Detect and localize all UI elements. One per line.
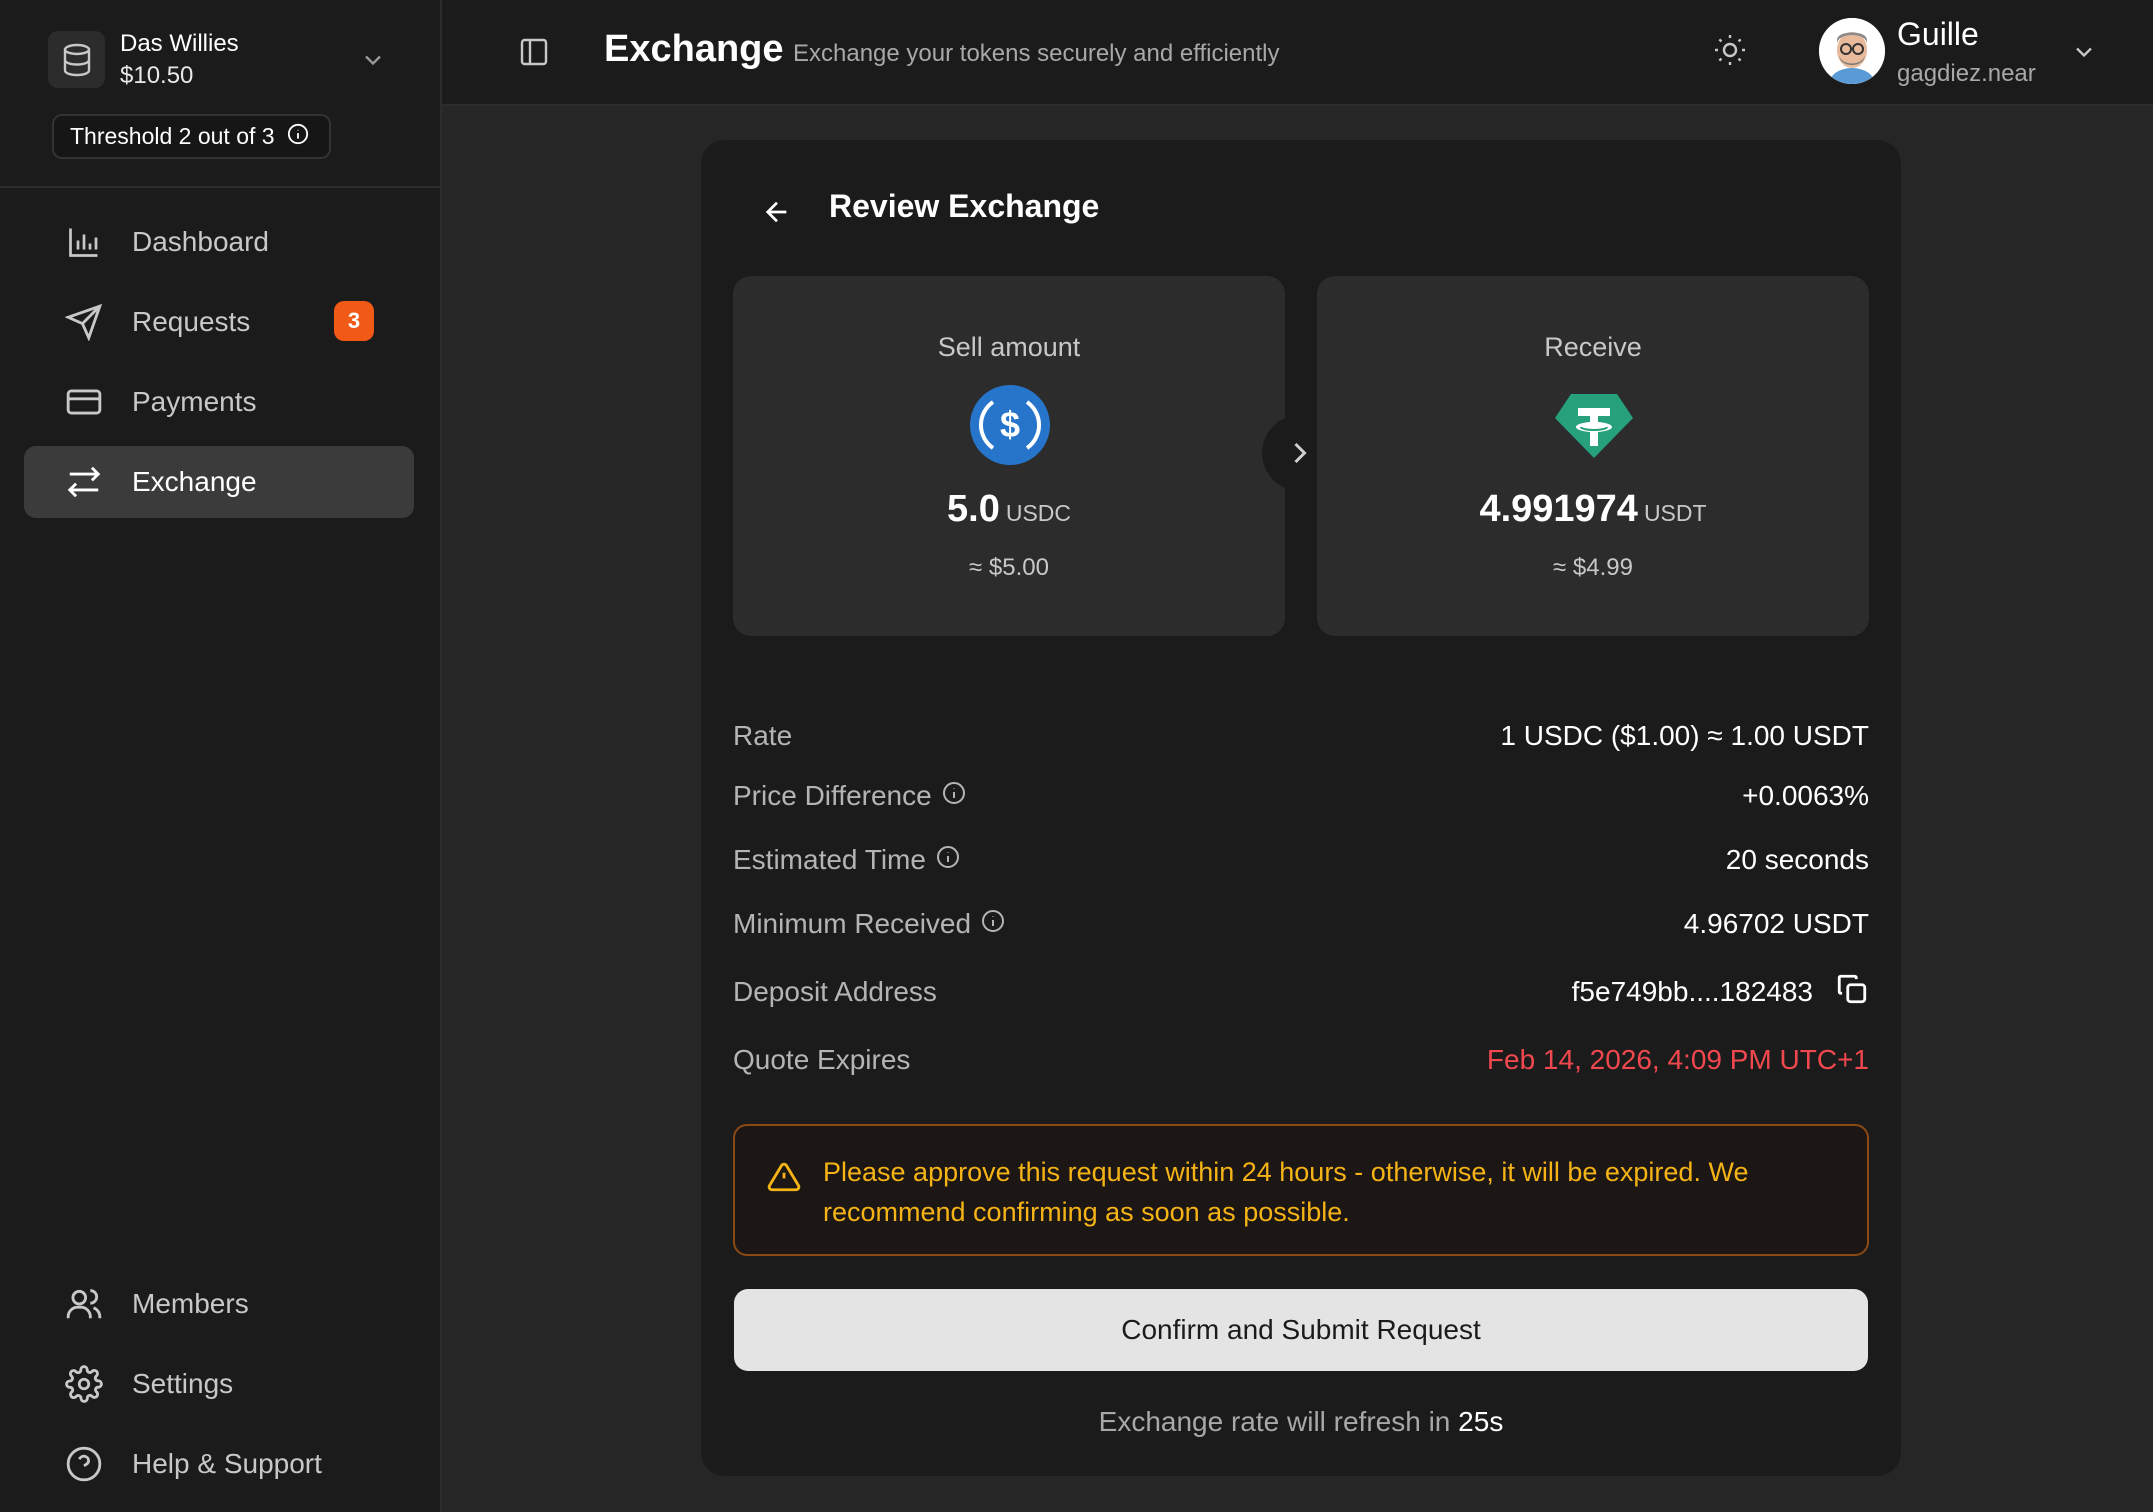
sidebar-item-exchange[interactable]: Exchange [24, 446, 414, 518]
deposit-address-group: f5e749bb....182483 [1572, 972, 1869, 1013]
confirm-submit-button[interactable]: Confirm and Submit Request [734, 1289, 1868, 1371]
receive-usd-value: ≈ $4.99 [1553, 554, 1633, 581]
price-difference-label-group: Price Difference [733, 780, 966, 812]
receive-amount: 4.991974 USDT [1317, 488, 1869, 531]
estimated-time-label: Estimated Time [733, 844, 926, 875]
sidebar-item-settings[interactable]: Settings [24, 1348, 414, 1420]
sidebar-item-label: Help & Support [132, 1448, 322, 1479]
swap-arrows-icon [64, 462, 104, 502]
minimum-received-label-group: Minimum Received [733, 908, 1005, 940]
info-icon[interactable] [936, 844, 960, 876]
refresh-text: Exchange rate will refresh in [1098, 1406, 1451, 1437]
database-icon [48, 31, 105, 88]
wallet-name: Das Willies [120, 30, 239, 57]
sell-amount-value: 5.0 [947, 488, 1000, 530]
sidebar-toggle-icon[interactable] [518, 36, 550, 73]
avatar[interactable] [1819, 18, 1885, 84]
copy-icon[interactable] [1835, 972, 1869, 1013]
top-bar: Exchange Exchange your tokens securely a… [442, 0, 2153, 106]
deposit-address-value: f5e749bb....182483 [1571, 976, 1813, 1007]
rate-label: Rate [733, 720, 793, 751]
price-difference-label: Price Difference [733, 780, 932, 811]
threshold-text: Threshold 2 out of 3 [70, 123, 275, 149]
sidebar-item-help[interactable]: Help & Support [24, 1428, 414, 1500]
sell-symbol: USDC [1005, 500, 1071, 526]
sidebar-item-label: Requests [132, 306, 251, 337]
estimated-time-value: 20 seconds [1725, 844, 1869, 875]
gear-icon [64, 1364, 104, 1404]
sell-label: Sell amount [937, 332, 1081, 362]
warning-text: Please approve this request within 24 ho… [823, 1157, 1749, 1227]
threshold-badge: Threshold 2 out of 3 [52, 114, 331, 159]
page-subtitle: Exchange your tokens securely and effici… [793, 40, 1280, 67]
sidebar-item-label: Payments [132, 386, 257, 417]
approval-warning: Please approve this request within 24 ho… [733, 1124, 1869, 1256]
deposit-address-label: Deposit Address [733, 976, 937, 1007]
receive-amount-box: Receive 4.991974 USDT ≈ $4.99 [1317, 276, 1869, 636]
user-account: gagdiez.near [1897, 60, 2036, 87]
refresh-countdown: Exchange rate will refresh in 25s [701, 1406, 1901, 1438]
minimum-received-value: 4.96702 USDT [1683, 908, 1869, 939]
svg-text:$: $ [1000, 404, 1020, 445]
user-name: Guille [1897, 16, 1979, 52]
usdc-logo-icon: $ [969, 384, 1051, 466]
sidebar-item-requests[interactable]: Requests 3 [24, 286, 414, 358]
sidebar-item-dashboard[interactable]: Dashboard [24, 206, 414, 278]
sidebar-item-payments[interactable]: Payments [24, 366, 414, 438]
warning-triangle-icon [767, 1160, 801, 1199]
estimated-time-row: Estimated Time 20 seconds [733, 836, 1869, 884]
sun-icon[interactable] [1712, 32, 1748, 73]
card-title: Review Exchange [829, 188, 1100, 224]
sell-amount-box: Sell amount $ 5.0 USDC ≈ $5.00 [733, 276, 1285, 636]
sidebar-item-label: Settings [132, 1368, 234, 1399]
page-title: Exchange [604, 28, 784, 70]
send-icon [64, 302, 104, 342]
chevron-down-icon[interactable] [359, 46, 387, 79]
review-exchange-card: Review Exchange Sell amount $ 5.0 USDC ≈ … [701, 140, 1901, 1476]
receive-amount-value: 4.991974 [1479, 488, 1638, 530]
quote-expires-label: Quote Expires [733, 1044, 911, 1075]
quote-expires-row: Quote Expires Feb 14, 2026, 4:09 PM UTC+… [733, 1036, 1869, 1084]
price-difference-value: +0.0063% [1742, 780, 1869, 811]
app-root: Das Willies $10.50 Threshold 2 out of 3 … [0, 0, 2153, 1512]
sidebar-item-members[interactable]: Members [24, 1268, 414, 1340]
info-icon[interactable] [287, 123, 309, 151]
info-icon[interactable] [981, 908, 1005, 940]
refresh-seconds: 25s [1458, 1406, 1504, 1437]
help-circle-icon [64, 1444, 104, 1484]
estimated-time-label-group: Estimated Time [733, 844, 960, 876]
quote-expires-value: Feb 14, 2026, 4:09 PM UTC+1 [1486, 1044, 1869, 1075]
sell-usd-value: ≈ $5.00 [969, 554, 1049, 581]
sidebar-item-label: Members [132, 1288, 249, 1319]
back-arrow-icon[interactable] [755, 190, 799, 234]
usdt-logo-icon [1553, 384, 1635, 466]
chevron-down-icon[interactable] [2070, 38, 2098, 71]
users-icon [64, 1284, 104, 1324]
wallet-balance: $10.50 [120, 62, 194, 89]
sidebar-item-label: Exchange [132, 466, 257, 497]
minimum-received-row: Minimum Received 4.96702 USDT [733, 900, 1869, 948]
minimum-received-label: Minimum Received [733, 908, 972, 939]
price-difference-row: Price Difference +0.0063% [733, 772, 1869, 820]
deposit-address-row: Deposit Address f5e749bb....182483 [733, 968, 1869, 1016]
credit-card-icon [64, 382, 104, 422]
rate-value: 1 USDC ($1.00) ≈ 1.00 USDT [1500, 720, 1869, 751]
info-icon[interactable] [942, 780, 966, 812]
receive-symbol: USDT [1643, 500, 1707, 526]
sidebar: Das Willies $10.50 Threshold 2 out of 3 … [0, 0, 442, 1512]
sell-amount: 5.0 USDC [733, 488, 1285, 531]
sidebar-item-label: Dashboard [132, 226, 269, 257]
requests-count-badge: 3 [334, 301, 374, 341]
receive-label: Receive [1544, 332, 1642, 362]
rate-row: Rate 1 USDC ($1.00) ≈ 1.00 USDT [733, 712, 1869, 760]
bar-chart-icon [64, 222, 104, 262]
wallet-switcher[interactable]: Das Willies $10.50 Threshold 2 out of 3 [0, 0, 440, 188]
